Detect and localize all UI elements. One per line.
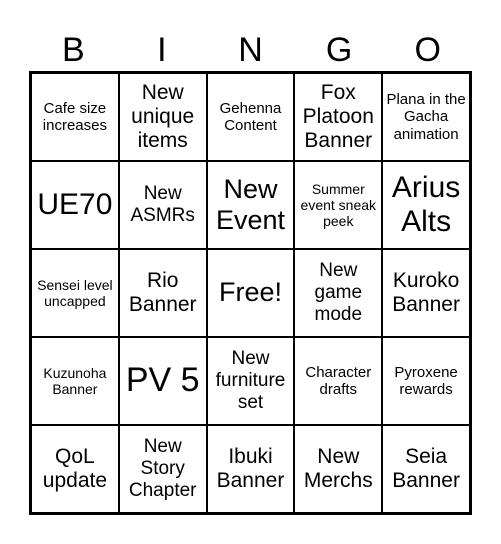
bingo-cell[interactable]: Cafe size increases (31, 73, 119, 161)
bingo-cell[interactable]: PV 5 (118, 337, 207, 425)
bingo-cell[interactable]: New Event (206, 161, 295, 249)
bingo-cell[interactable]: New ASMRs (118, 161, 207, 249)
bingo-cell[interactable]: New unique items (118, 73, 207, 161)
bingo-cell[interactable]: Sensei level uncapped (31, 249, 119, 337)
header-letter-o: O (414, 31, 441, 69)
bingo-cell[interactable]: Ibuki Banner (206, 425, 295, 513)
bingo-cell[interactable]: QoL update (31, 425, 119, 513)
bingo-cell[interactable]: Rio Banner (118, 249, 207, 337)
bingo-cell[interactable]: New Merchs (294, 425, 383, 513)
bingo-grid: Cafe size increases New unique items Geh… (29, 71, 472, 515)
bingo-cell[interactable]: Kuzunoha Banner (31, 337, 119, 425)
bingo-cell[interactable]: Pyroxene rewards (382, 337, 470, 425)
bingo-cell[interactable]: New furniture set (206, 337, 295, 425)
bingo-cell[interactable]: Seia Banner (382, 425, 470, 513)
bingo-header: B I N G O (29, 30, 472, 70)
bingo-cell[interactable]: UE70 (31, 161, 119, 249)
bingo-cell[interactable]: Plana in the Gacha animation (382, 73, 470, 161)
header-letter-n: N (238, 31, 263, 69)
bingo-cell[interactable]: Gehenna Content (206, 73, 295, 161)
bingo-cell[interactable]: Summer event sneak peek (294, 161, 383, 249)
bingo-cell[interactable]: New Story Chapter (118, 425, 207, 513)
bingo-cell[interactable]: Character drafts (294, 337, 383, 425)
bingo-cell[interactable]: Fox Platoon Banner (294, 73, 383, 161)
free-space-cell[interactable]: Free! (206, 249, 295, 337)
bingo-cell[interactable]: Kuroko Banner (382, 249, 470, 337)
bingo-cell[interactable]: Arius Alts (382, 161, 470, 249)
header-letter-b: B (61, 31, 85, 69)
header-letter-g: G (325, 31, 353, 69)
header-letter-i: I (157, 31, 167, 69)
bingo-cell[interactable]: New game mode (294, 249, 383, 337)
